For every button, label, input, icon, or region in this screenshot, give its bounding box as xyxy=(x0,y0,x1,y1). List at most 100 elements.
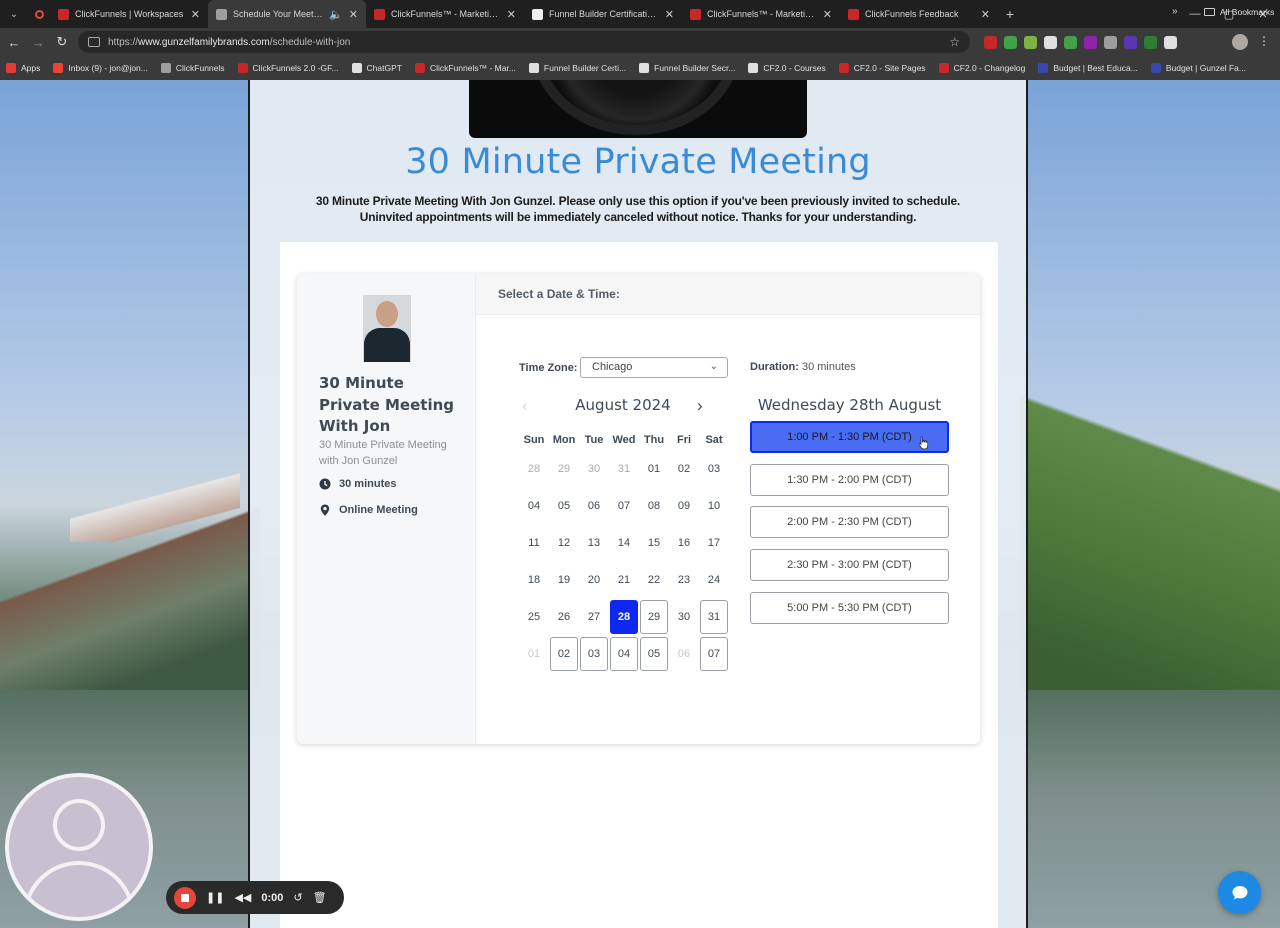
calendar-day[interactable]: 02 xyxy=(550,637,578,671)
calendar-day[interactable]: 11 xyxy=(520,526,548,560)
tab-close-icon[interactable]: ✕ xyxy=(665,8,674,21)
extension-icon[interactable] xyxy=(1044,35,1057,49)
calendar-day[interactable]: 20 xyxy=(580,563,608,597)
browser-tab[interactable]: ClickFunnels™ - Marketing Fun ✕ xyxy=(366,0,524,28)
calendar-day[interactable]: 14 xyxy=(610,526,638,560)
extension-icon[interactable] xyxy=(1084,35,1097,49)
browser-tab[interactable]: ClickFunnels™ - Marketing Fun ✕ xyxy=(682,0,840,28)
calendar-day-selected[interactable]: 28 xyxy=(610,600,638,634)
back-icon[interactable]: ← xyxy=(2,28,26,56)
next-month-icon[interactable]: › xyxy=(697,396,703,416)
calendar-day[interactable]: 23 xyxy=(670,563,698,597)
calendar-day[interactable]: 07 xyxy=(700,637,728,671)
calendar-day[interactable]: 07 xyxy=(610,489,638,523)
bookmark-item[interactable]: ClickFunnels xyxy=(160,63,225,73)
browser-tab[interactable]: Funnel Builder Certification | Fu ✕ xyxy=(524,0,682,28)
pause-icon[interactable]: ❚❚ xyxy=(206,891,224,904)
restart-icon[interactable]: ↺ xyxy=(293,891,302,904)
extension-icon[interactable] xyxy=(1164,35,1177,49)
bookmark-item[interactable]: Budget | Best Educa... xyxy=(1038,63,1138,73)
bookmark-item[interactable]: CF2.0 - Courses xyxy=(748,63,826,73)
bookmark-item[interactable]: ClickFunnels™ - Mar... xyxy=(414,63,516,73)
new-tab-icon[interactable]: + xyxy=(998,6,1022,22)
tab-mute-icon[interactable]: 🔈 xyxy=(329,8,343,21)
browser-menu-icon[interactable]: ⋮ xyxy=(1258,34,1270,48)
calendar-day[interactable]: 03 xyxy=(700,452,728,486)
browser-tab[interactable]: ClickFunnels Feedback ✕ xyxy=(840,0,998,28)
calendar-day[interactable]: 02 xyxy=(670,452,698,486)
bookmark-item[interactable]: Inbox (9) - jon@jon... xyxy=(53,63,148,73)
calendar-day[interactable]: 15 xyxy=(640,526,668,560)
time-slot[interactable]: 2:00 PM - 2:30 PM (CDT) xyxy=(750,506,949,539)
bookmark-item[interactable]: ChatGPT xyxy=(351,63,402,73)
calendar-day[interactable]: 04 xyxy=(520,489,548,523)
extension-icon[interactable] xyxy=(1024,35,1037,49)
forward-icon[interactable]: → xyxy=(26,28,50,56)
calendar-day[interactable]: 04 xyxy=(610,637,638,671)
calendar-day[interactable]: 05 xyxy=(640,637,668,671)
time-slot[interactable]: 5:00 PM - 5:30 PM (CDT) xyxy=(750,591,949,624)
calendar-day[interactable]: 19 xyxy=(550,563,578,597)
all-bookmarks[interactable]: All Bookmarks xyxy=(1204,0,1274,24)
bookmarks-overflow-icon[interactable]: » xyxy=(1172,6,1178,17)
bookmark-item[interactable]: Funnel Builder Secr... xyxy=(639,63,735,73)
calendar-day[interactable]: 24 xyxy=(700,563,728,597)
extension-icon[interactable] xyxy=(1004,35,1017,49)
extension-icon[interactable] xyxy=(984,35,997,49)
time-slot[interactable]: 1:30 PM - 2:00 PM (CDT) xyxy=(750,463,949,496)
calendar-day[interactable]: 16 xyxy=(670,526,698,560)
calendar-day[interactable]: 10 xyxy=(700,489,728,523)
calendar-day[interactable]: 27 xyxy=(580,600,608,634)
calendar-day[interactable]: 25 xyxy=(520,600,548,634)
header-video[interactable] xyxy=(469,80,807,138)
previous-month-icon[interactable]: ‹ xyxy=(522,396,528,416)
calendar-day[interactable]: 03 xyxy=(580,637,608,671)
bookmark-item[interactable]: CF2.0 - Changelog xyxy=(938,63,1025,73)
extension-icon[interactable] xyxy=(1104,35,1117,49)
tab-close-icon[interactable]: ✕ xyxy=(981,8,990,21)
bookmark-item[interactable]: ClickFunnels 2.0 -GF... xyxy=(237,63,339,73)
calendar-day[interactable]: 17 xyxy=(700,526,728,560)
rewind-icon[interactable]: ◀◀ xyxy=(234,891,251,904)
calendar-day[interactable]: 06 xyxy=(580,489,608,523)
timezone-select[interactable]: Chicago ⌄ xyxy=(580,357,728,378)
toolbar: ← → ↻ https://www.gunzelfamilybrands.com… xyxy=(0,28,1280,56)
site-info-icon[interactable] xyxy=(88,37,100,47)
calendar-day[interactable]: 09 xyxy=(670,489,698,523)
time-slot[interactable]: 2:30 PM - 3:00 PM (CDT) xyxy=(750,549,949,582)
calendar-day[interactable]: 26 xyxy=(550,600,578,634)
tab-close-icon[interactable]: ✕ xyxy=(191,8,200,21)
bookmark-star-icon[interactable]: ☆ xyxy=(949,35,960,49)
bookmark-item[interactable]: Budget | Gunzel Fa... xyxy=(1150,63,1246,73)
bookmark-item[interactable]: CF2.0 - Site Pages xyxy=(838,63,926,73)
bookmark-item[interactable]: Apps xyxy=(6,63,40,73)
address-bar[interactable]: https://www.gunzelfamilybrands.com/sched… xyxy=(78,31,970,53)
chat-widget-button[interactable] xyxy=(1218,871,1261,914)
calendar-day[interactable]: 08 xyxy=(640,489,668,523)
calendar-day[interactable]: 22 xyxy=(640,563,668,597)
browser-tab[interactable]: ClickFunnels | Workspaces ✕ xyxy=(50,0,208,28)
calendar-day[interactable]: 05 xyxy=(550,489,578,523)
calendar-day[interactable]: 30 xyxy=(670,600,698,634)
tab-title: Funnel Builder Certification | Fu xyxy=(549,9,659,19)
calendar-day[interactable]: 13 xyxy=(580,526,608,560)
extension-icon[interactable] xyxy=(1144,35,1157,49)
calendar-day[interactable]: 01 xyxy=(640,452,668,486)
profile-avatar[interactable] xyxy=(1232,34,1248,50)
calendar-day[interactable]: 12 xyxy=(550,526,578,560)
stop-recording-button[interactable] xyxy=(174,886,196,909)
tab-search-icon[interactable]: ⌄ xyxy=(0,0,28,28)
tab-close-icon[interactable]: ✕ xyxy=(507,8,516,21)
bookmark-item[interactable]: Funnel Builder Certi... xyxy=(528,63,626,73)
delete-icon[interactable]: 🗑 xyxy=(313,891,327,904)
extension-icon[interactable] xyxy=(1064,35,1077,49)
tab-close-icon[interactable]: ✕ xyxy=(823,8,832,21)
calendar-day[interactable]: 29 xyxy=(640,600,668,634)
browser-tab[interactable]: Schedule Your Meeting With 🔈 ✕ xyxy=(208,0,366,28)
tab-close-icon[interactable]: ✕ xyxy=(349,8,358,21)
calendar-day[interactable]: 31 xyxy=(700,600,728,634)
calendar-day[interactable]: 21 xyxy=(610,563,638,597)
reload-icon[interactable]: ↻ xyxy=(50,28,74,56)
extension-icon[interactable] xyxy=(1124,35,1137,49)
calendar-day[interactable]: 18 xyxy=(520,563,548,597)
